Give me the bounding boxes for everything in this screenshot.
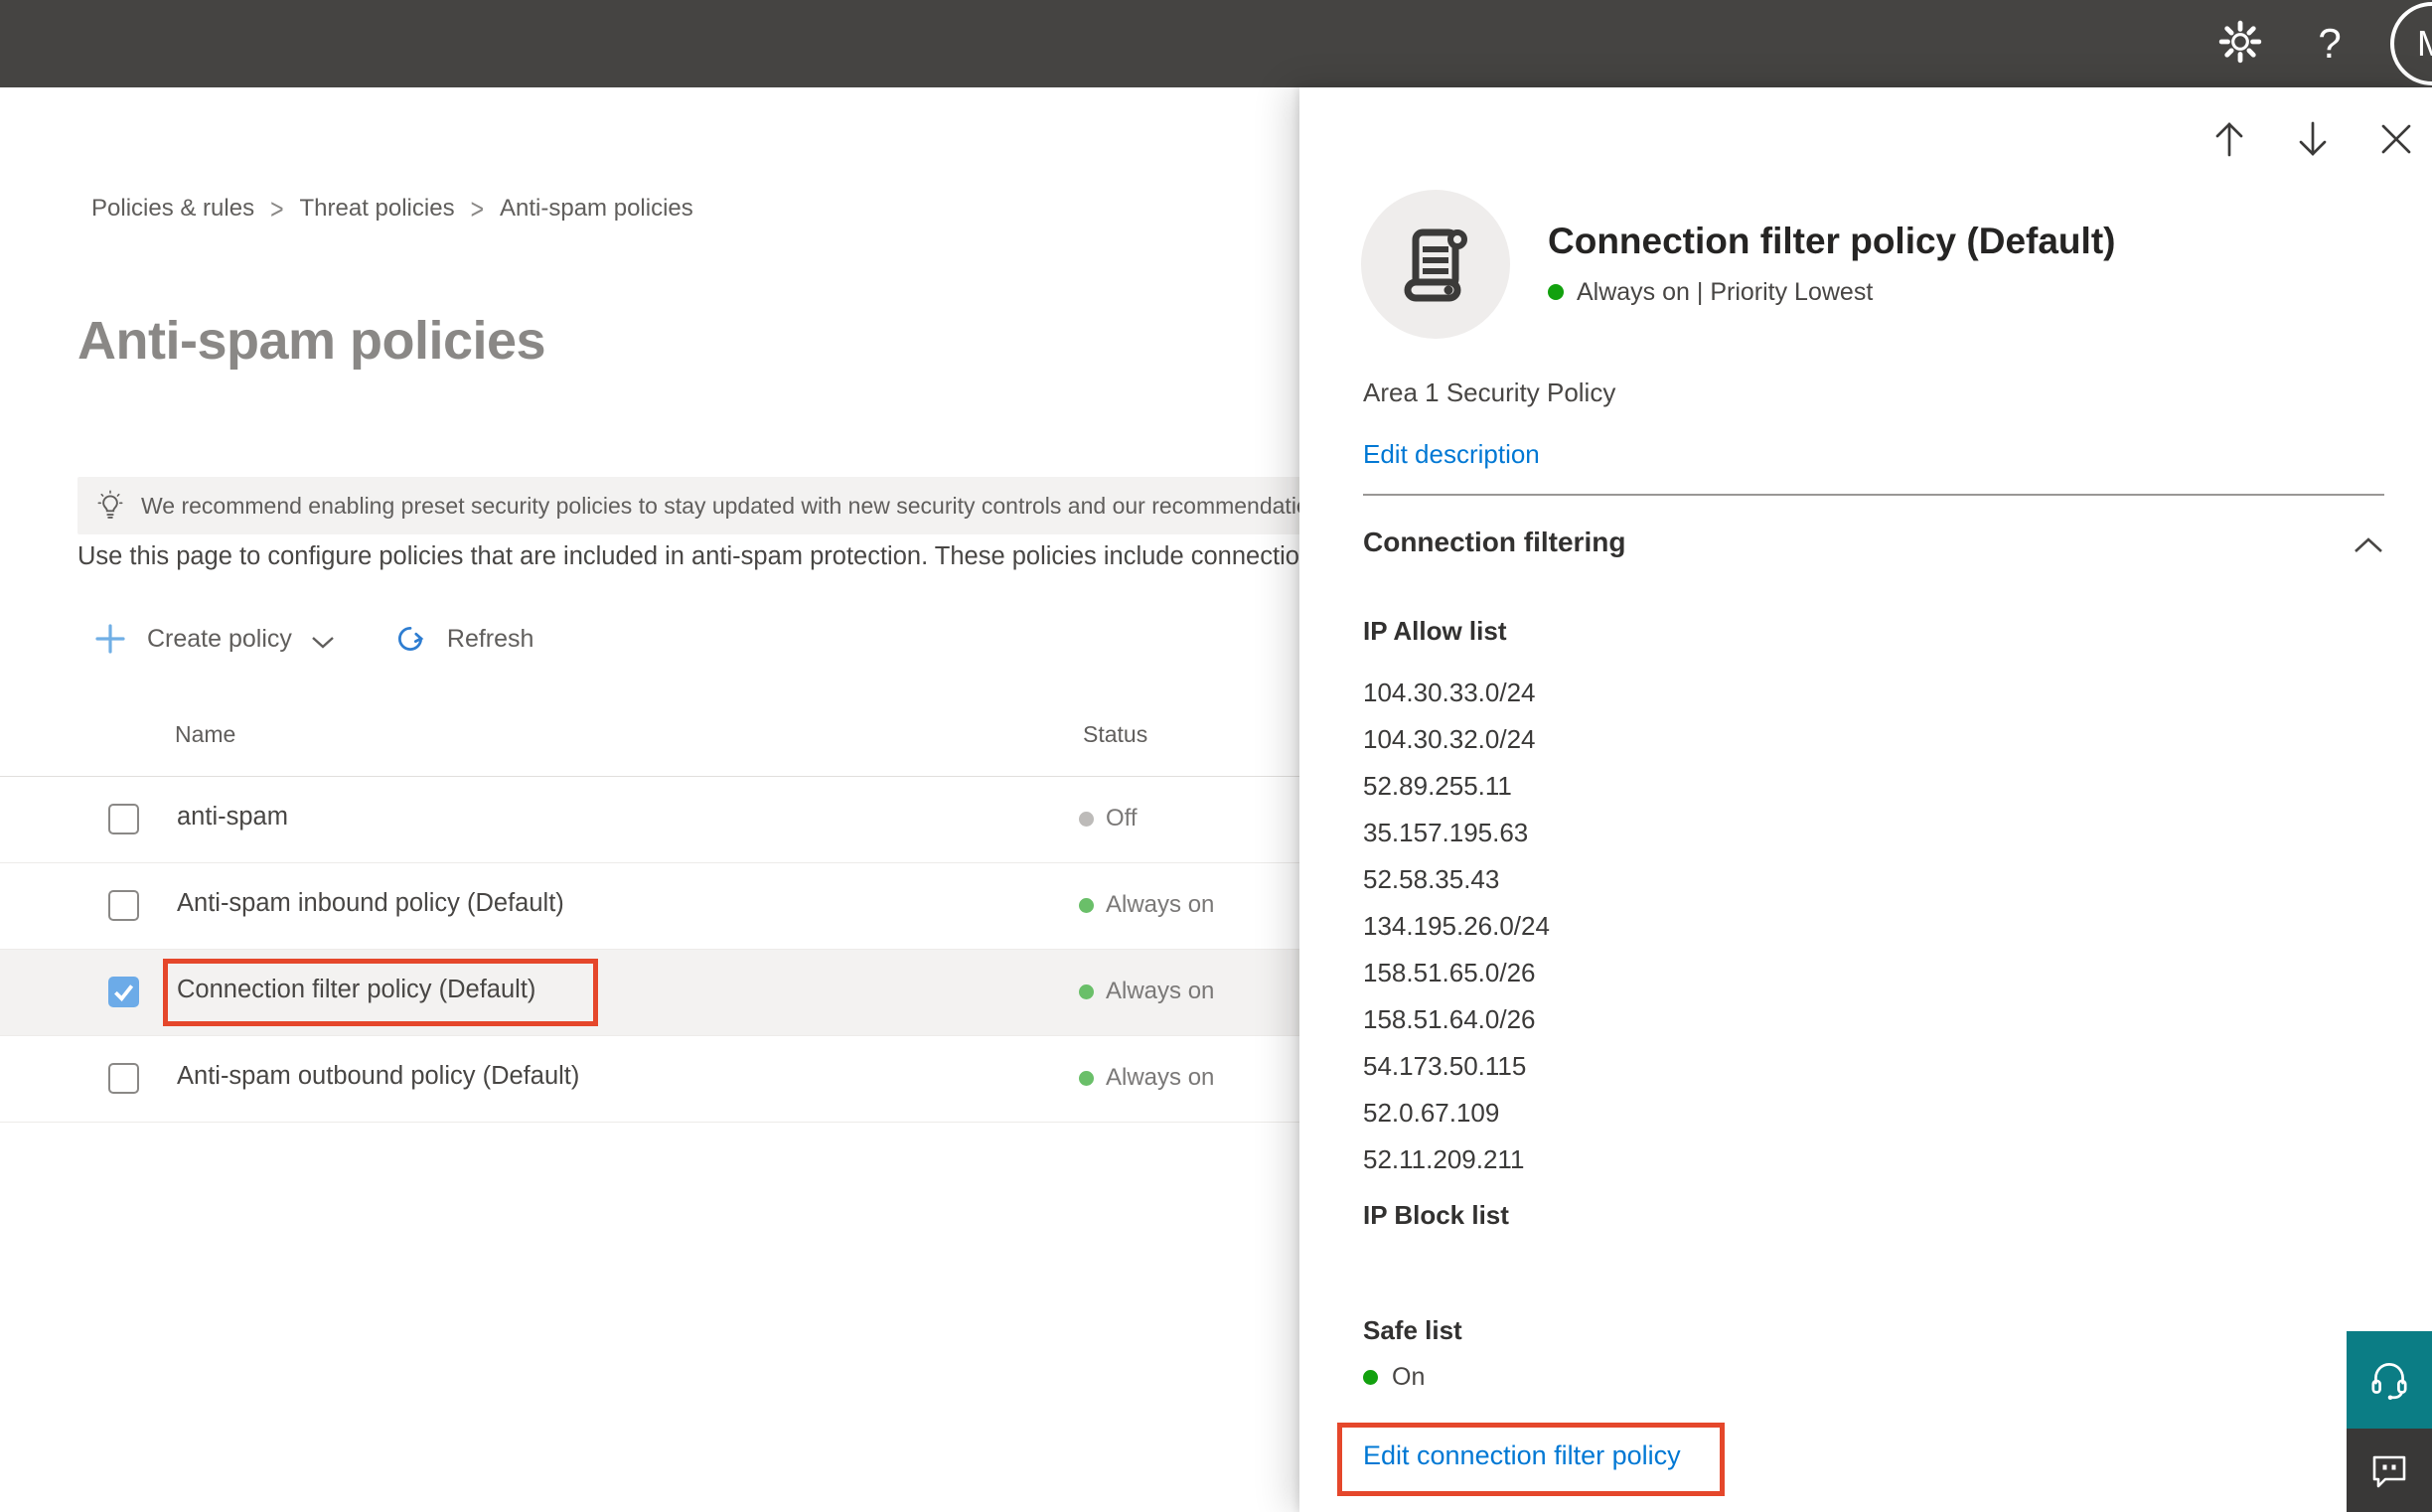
edit-description-link[interactable]: Edit description — [1363, 439, 1540, 470]
chevron-down-icon — [310, 634, 336, 650]
support-widget-button[interactable] — [2347, 1331, 2432, 1429]
divider — [1363, 494, 2384, 496]
ip-entry: 52.11.209.211 — [1363, 1144, 1525, 1174]
breadcrumb-policies-rules[interactable]: Policies & rules — [91, 195, 254, 223]
status-dot — [1079, 1070, 1094, 1086]
plus-icon — [93, 622, 127, 656]
ip-allow-list: 104.30.33.0/24 104.30.32.0/24 52.89.255.11… — [1363, 670, 1550, 1183]
policy-description: Area 1 Security Policy — [1363, 378, 1616, 407]
settings-button[interactable] — [2216, 0, 2264, 87]
refresh-label: Refresh — [446, 624, 534, 653]
help-button[interactable]: ? — [2308, 0, 2352, 87]
create-policy-label: Create policy — [147, 624, 292, 653]
row-checkbox[interactable] — [108, 890, 139, 921]
question-mark-icon: ? — [2318, 20, 2342, 67]
policy-name[interactable]: anti-spam — [177, 803, 288, 832]
chevron-right-icon: > — [270, 192, 284, 225]
safe-list-status: On — [1363, 1363, 1425, 1392]
refresh-button[interactable]: Refresh — [393, 622, 534, 656]
feedback-speech-bubble-icon — [2367, 1448, 2411, 1492]
ip-entry: 52.89.255.11 — [1363, 771, 1512, 801]
create-policy-button[interactable]: Create policy — [93, 622, 336, 656]
list-toolbar: Create policy Refresh — [93, 614, 533, 664]
policy-name[interactable]: Anti-spam outbound policy (Default) — [177, 1062, 579, 1091]
refresh-icon — [393, 622, 427, 656]
safe-list-status-text: On — [1392, 1363, 1426, 1391]
breadcrumb: Policies & rules > Threat policies > Ant… — [91, 192, 693, 225]
ip-block-list-label: IP Block list — [1363, 1200, 1509, 1230]
ip-entry: 52.0.67.109 — [1363, 1098, 1500, 1128]
status-dot — [1079, 983, 1094, 999]
ip-entry: 104.30.33.0/24 — [1363, 678, 1536, 707]
ip-entry: 54.173.50.115 — [1363, 1051, 1527, 1081]
next-item-button[interactable] — [2291, 117, 2335, 161]
chevron-up-icon[interactable] — [2353, 536, 2384, 559]
status-dot — [1079, 897, 1094, 913]
ip-entry: 134.195.26.0/24 — [1363, 911, 1550, 941]
page-title: Anti-spam policies — [77, 311, 546, 371]
breadcrumb-anti-spam-policies[interactable]: Anti-spam policies — [500, 195, 693, 223]
ip-entry: 104.30.32.0/24 — [1363, 724, 1536, 754]
ip-entry: 158.51.64.0/26 — [1363, 1004, 1536, 1034]
chevron-right-icon: > — [470, 192, 485, 225]
status-text: Always on — [1106, 891, 1215, 918]
headset-icon — [2365, 1356, 2413, 1404]
flyout-header: Connection filter policy (Default) Alway… — [1361, 190, 2115, 339]
policy-name[interactable]: Anti-spam inbound policy (Default) — [177, 889, 564, 918]
flyout-status-text: Always on | Priority Lowest — [1577, 277, 1874, 306]
status-text: Always on — [1106, 1064, 1215, 1091]
status-dot — [1079, 811, 1094, 827]
flyout-title-block: Connection filter policy (Default) Alway… — [1548, 221, 2116, 307]
status-cell: Always on — [1079, 891, 1214, 919]
previous-item-button[interactable] — [2207, 117, 2251, 161]
row-checkbox[interactable] — [108, 1063, 139, 1094]
ip-allow-list-label: IP Allow list — [1363, 616, 1507, 646]
close-icon[interactable] — [2374, 117, 2418, 161]
annotation-highlight — [163, 959, 598, 1026]
ip-entry: 35.157.195.63 — [1363, 818, 1529, 847]
ip-entry: 158.51.65.0/26 — [1363, 958, 1536, 987]
policy-details-flyout: Connection filter policy (Default) Alway… — [1299, 87, 2432, 1512]
status-cell: Always on — [1079, 978, 1214, 1005]
ip-entry: 52.58.35.43 — [1363, 864, 1500, 894]
gear-icon — [2217, 19, 2263, 70]
account-avatar[interactable]: M — [2390, 2, 2432, 85]
status-text: Off — [1106, 805, 1138, 832]
breadcrumb-threat-policies[interactable]: Threat policies — [300, 195, 455, 223]
status-on-dot — [1363, 1370, 1378, 1385]
avatar-initial: M — [2417, 23, 2432, 65]
column-header-status[interactable]: Status — [1083, 721, 1147, 748]
edit-connection-filter-policy-link[interactable]: Edit connection filter policy — [1363, 1440, 1681, 1471]
status-cell: Off — [1079, 805, 1138, 832]
flyout-navigation — [2207, 117, 2418, 161]
row-checkbox[interactable] — [108, 977, 139, 1007]
status-on-dot — [1548, 284, 1564, 301]
app-window: ? M Policies & rules > Threat policies >… — [0, 0, 2432, 1512]
policy-icon-circle — [1361, 190, 1510, 339]
flyout-status-line: Always on | Priority Lowest — [1548, 278, 2115, 307]
flyout-title: Connection filter policy (Default) — [1548, 221, 2116, 262]
banner-text: We recommend enabling preset security po… — [141, 492, 1340, 519]
connection-filtering-section-header[interactable]: Connection filtering — [1363, 527, 1625, 558]
top-navigation-bar: ? M — [0, 0, 2432, 87]
safe-list-label: Safe list — [1363, 1315, 1462, 1345]
feedback-widget-button[interactable] — [2347, 1429, 2432, 1512]
scroll-policy-icon — [1398, 223, 1473, 306]
lightbulb-icon — [93, 489, 127, 523]
status-cell: Always on — [1079, 1064, 1214, 1092]
status-text: Always on — [1106, 978, 1215, 1004]
column-header-name[interactable]: Name — [175, 721, 235, 748]
row-checkbox[interactable] — [108, 804, 139, 834]
